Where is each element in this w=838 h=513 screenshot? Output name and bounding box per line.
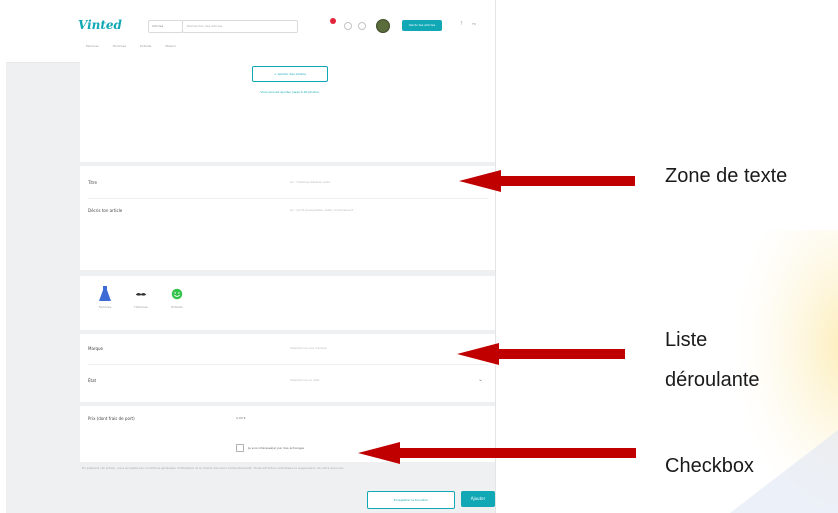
row-divider [88, 198, 488, 199]
exchange-checkbox-label[interactable]: Je suis intéressé(e) par des échanges [248, 446, 304, 450]
nav-item-enfants[interactable]: Enfants [140, 44, 151, 48]
price-input[interactable]: 0,00 € [236, 416, 246, 420]
category-label: Hommes [134, 305, 148, 309]
avatar[interactable] [376, 19, 390, 33]
nav-item-femmes[interactable]: Femmes [86, 44, 99, 48]
category-card: Femmes Hommes Enfants [80, 276, 495, 330]
nav-item-maison[interactable]: Maison [165, 44, 176, 48]
annotation-dropdown-line2: déroulante [665, 369, 760, 391]
category-label: Femmes [98, 305, 112, 309]
add-photos-label: Ajouter des photos [277, 72, 306, 76]
arrow-to-text-zone [459, 170, 635, 192]
price-label: Prix (dont frais de port) [88, 416, 135, 421]
submit-button[interactable]: Ajouter [461, 491, 495, 507]
brand-dropdown[interactable]: Sélectionne une marque [290, 346, 440, 350]
chevron-down-icon[interactable]: ⌄ [478, 376, 483, 383]
category-femmes[interactable]: Femmes [90, 286, 120, 309]
arrow-to-checkbox [358, 442, 636, 464]
annotation-checkbox: Checkbox [665, 455, 754, 477]
row-divider [88, 364, 488, 365]
category-enfants[interactable]: Enfants [162, 286, 192, 309]
description-label: Décris ton article [88, 208, 123, 213]
search-input[interactable]: Rechercher des articles [182, 20, 298, 33]
question-icon[interactable]: ? [460, 21, 463, 27]
notification-badge[interactable] [330, 18, 336, 24]
mustache-icon [135, 293, 147, 296]
annotation-text-zone: Zone de texte [665, 165, 788, 187]
smiley-icon [171, 288, 183, 300]
add-photos-button[interactable]: + Ajouter des photos [252, 66, 328, 82]
exchange-checkbox[interactable] [236, 444, 244, 452]
arrow-to-dropdown [457, 343, 625, 365]
category-select[interactable]: Articles [148, 20, 183, 33]
state-label: État [88, 378, 97, 383]
language-selector[interactable]: FR [472, 22, 476, 26]
state-dropdown[interactable]: Sélectionne un état [290, 378, 440, 382]
photo-hint: Vous pouvez ajouter jusqu'à 20 photos. [260, 90, 320, 94]
annotation-dropdown-line1: Liste [665, 329, 708, 351]
bell-icon[interactable] [344, 22, 352, 30]
description-textarea[interactable]: ex : porté quelquefois, taille correctem… [290, 208, 486, 212]
category-nav: Femmes Hommes Enfants Maison [86, 44, 176, 48]
save-draft-button[interactable]: Enregistrer le brouillon [367, 491, 455, 509]
category-hommes[interactable]: Hommes [126, 286, 156, 309]
sell-button[interactable]: Vends tes articles [402, 20, 442, 31]
vinted-form-screenshot: Vinted Articles Rechercher des articles … [6, 0, 496, 513]
photo-upload-card: + Ajouter des photos Vous pouvez ajouter… [80, 62, 495, 162]
title-input[interactable]: ex : Chemise Sézane verte [290, 180, 486, 184]
title-label: Titre [88, 180, 98, 185]
brand-label: Marque [88, 346, 104, 351]
details-card: Marque Sélectionne une marque État Sélec… [80, 334, 495, 402]
nav-item-hommes[interactable]: Hommes [113, 44, 126, 48]
logo[interactable]: Vinted [78, 18, 122, 32]
terms-footnote: En publiant cet article, vous acceptez l… [82, 466, 345, 470]
category-label: Enfants [171, 305, 183, 309]
top-bar: Vinted Articles Rechercher des articles … [6, 0, 495, 63]
title-description-card: Titre ex : Chemise Sézane verte Décris t… [80, 166, 495, 270]
heart-icon[interactable] [358, 22, 366, 30]
dress-icon [99, 286, 111, 301]
